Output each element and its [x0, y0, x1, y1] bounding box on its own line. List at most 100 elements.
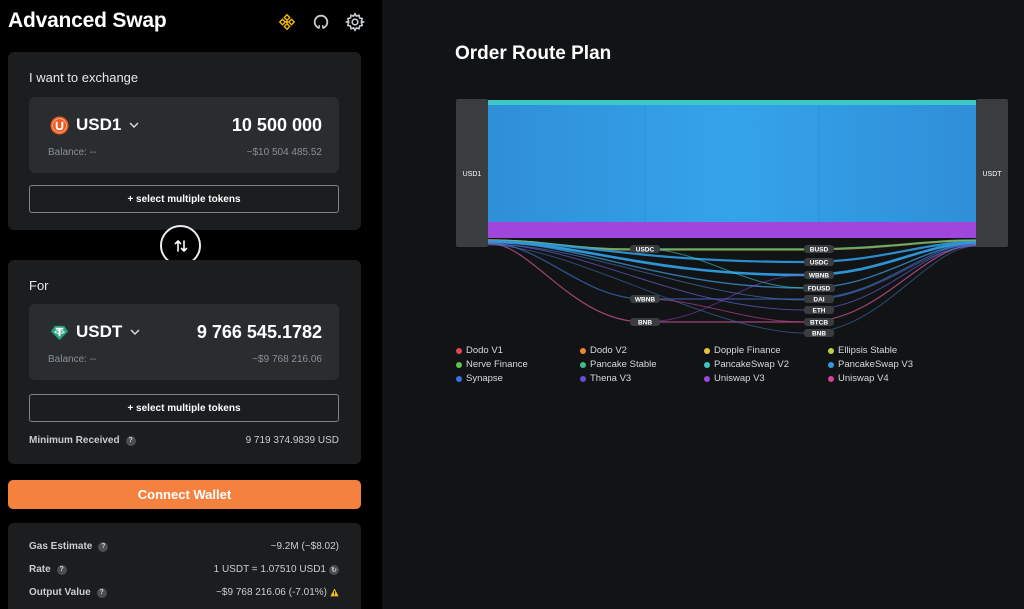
legend-dot-icon: [704, 375, 710, 382]
minimum-received-row: Minimum Received? 9 719 374.9839 USD: [29, 435, 339, 446]
legend-label: Ellipsis Stable: [838, 345, 898, 356]
receive-token-box: USDT 9 766 545.1782 Balance: -- ~$9 768 …: [29, 304, 339, 380]
legend-dot-icon: [580, 361, 586, 368]
right-node-label: DAI: [813, 297, 824, 304]
legend-item: Synapse: [456, 373, 580, 384]
right-node-label: ETH: [813, 308, 826, 315]
chevron-down-icon: [130, 329, 140, 336]
right-node-label: FDUSD: [808, 286, 831, 293]
legend-dot-icon: [456, 361, 462, 368]
legend-label: Dodo V2: [590, 345, 627, 356]
route-sankey-diagram: USD1 USDT USDC WBNB BNB BUSD USDC WBNB FDUSD D…: [456, 99, 1008, 338]
help-icon[interactable]: ?: [56, 564, 67, 575]
gas-estimate-label: Gas Estimate: [29, 541, 93, 552]
help-icon[interactable]: ?: [125, 435, 136, 446]
connect-wallet-button[interactable]: Connect Wallet: [8, 480, 361, 509]
legend-dot-icon: [828, 375, 834, 382]
legend-item: Pancake Stable: [580, 359, 704, 370]
legend-item: Uniswap V4: [828, 373, 952, 384]
route-paths: [486, 239, 978, 334]
chevron-down-icon: [129, 122, 139, 129]
route-legend: Dodo V1 Dodo V2 Dopple Finance Ellipsis Sta…: [456, 345, 956, 384]
refresh-icon[interactable]: ↻: [329, 564, 339, 575]
exchange-balance: Balance: --: [48, 147, 97, 158]
rate-value: 1 USDT = 1.07510 USD1: [213, 564, 326, 575]
receive-usd-value: ~$9 768 216.06: [252, 354, 322, 365]
legend-item: Uniswap V3: [704, 373, 828, 384]
swap-panel: Advanced Swap I want to exchange USD1 10…: [0, 0, 382, 609]
legend-label: Dodo V1: [466, 345, 503, 356]
swap-arrows-icon: [174, 239, 187, 252]
receive-select-multiple-button[interactable]: + select multiple tokens: [29, 394, 339, 422]
minimum-received-value: 9 719 374.9839 USD: [245, 435, 339, 446]
minimum-received-label: Minimum Received: [29, 435, 120, 446]
legend-label: Dopple Finance: [714, 345, 781, 356]
right-node-label: USDC: [810, 260, 829, 267]
source-node-label: USD1: [463, 171, 482, 178]
right-intermediate-nodes: BUSD USDC WBNB FDUSD DAI ETH BTCB BNB: [803, 245, 835, 338]
legend-item: Ellipsis Stable: [828, 345, 952, 356]
right-node-label: BUSD: [810, 247, 829, 254]
legend-item: PancakeSwap V2: [704, 359, 828, 370]
header-icons: [276, 11, 366, 33]
legend-label: Uniswap V3: [714, 373, 765, 384]
route-panel: Order Route Plan USD1 USDT USDC WBNB BNB…: [382, 0, 1024, 609]
receive-amount: 9 766 545.1782: [196, 322, 322, 342]
legend-dot-icon: [828, 347, 834, 354]
legend-label: Uniswap V4: [838, 373, 889, 384]
legend-dot-icon: [580, 375, 586, 382]
right-node-label: BTCB: [810, 320, 828, 327]
exchange-amount-input[interactable]: 10 500 000: [232, 115, 322, 136]
exchange-label: I want to exchange: [29, 70, 139, 85]
exchange-card: I want to exchange USD1 10 500 000 Balan…: [8, 52, 361, 230]
legend-label: Thena V3: [590, 373, 632, 384]
output-value-row: Output Value? ~$9 768 216.06 (-7.01%): [29, 587, 339, 598]
legend-dot-icon: [456, 347, 462, 354]
legend-label: PancakeSwap V3: [838, 359, 913, 370]
legend-dot-icon: [580, 347, 586, 354]
exchange-usd-value: ~$10 504 485.52: [246, 147, 322, 158]
bnb-chain-icon[interactable]: [276, 11, 298, 33]
exchange-token-box: USD1 10 500 000 Balance: -- ~$10 504 485…: [29, 97, 339, 173]
receive-token-symbol: USDT: [76, 322, 123, 341]
right-node-label: WBNB: [809, 273, 830, 280]
legend-item: Dodo V1: [456, 345, 580, 356]
legend-dot-icon: [456, 375, 462, 382]
gas-estimate-row: Gas Estimate? ~9.2M (~$8.02): [29, 541, 339, 552]
legend-item: Thena V3: [580, 373, 704, 384]
target-node-label: USDT: [982, 171, 1002, 178]
exchange-token-symbol: USD1: [76, 115, 122, 134]
rate-label: Rate: [29, 564, 51, 575]
warning-icon: [330, 588, 339, 597]
left-node-label: BNB: [638, 320, 652, 327]
legend-label: Synapse: [466, 373, 503, 384]
legend-dot-icon: [704, 347, 710, 354]
legend-label: Nerve Finance: [466, 359, 528, 370]
output-value-label: Output Value: [29, 587, 91, 598]
flow-uniswap-v3: [488, 222, 976, 238]
page-title: Advanced Swap: [8, 9, 167, 32]
receive-token-selector[interactable]: USDT: [50, 322, 141, 342]
legend-item: Dodo V2: [580, 345, 704, 356]
help-icon[interactable]: ?: [98, 541, 109, 552]
legend-label: PancakeSwap V2: [714, 359, 789, 370]
output-value-value: ~$9 768 216.06 (-7.01%): [216, 587, 327, 598]
tether-icon: [50, 325, 69, 340]
help-icon[interactable]: ?: [96, 587, 107, 598]
legend-item: PancakeSwap V3: [828, 359, 952, 370]
rate-row: Rate? 1 USDT = 1.07510 USD1 ↻: [29, 564, 339, 575]
github-icon[interactable]: [310, 11, 332, 33]
flow-pancakeswap-v2: [488, 100, 976, 105]
gas-estimate-value: ~9.2M (~$8.02): [270, 541, 339, 552]
exchange-select-multiple-button[interactable]: + select multiple tokens: [29, 185, 339, 213]
legend-dot-icon: [828, 361, 834, 368]
receive-balance: Balance: --: [48, 354, 97, 365]
summary-card: Gas Estimate? ~9.2M (~$8.02) Rate? 1 USD…: [8, 523, 361, 609]
legend-item: Nerve Finance: [456, 359, 580, 370]
receive-label: For: [29, 278, 49, 293]
settings-gear-icon[interactable]: [344, 11, 366, 33]
receive-card: For USDT 9 766 545.1782 Balance: -- ~$9 …: [8, 260, 361, 464]
legend-dot-icon: [704, 361, 710, 368]
legend-label: Pancake Stable: [590, 359, 657, 370]
exchange-token-selector[interactable]: USD1: [50, 115, 140, 135]
